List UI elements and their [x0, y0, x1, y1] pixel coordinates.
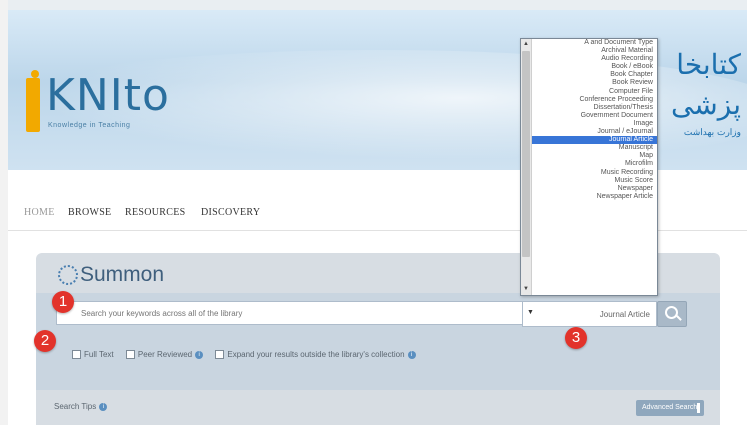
dropdown-option[interactable]: Music Recording	[532, 169, 657, 177]
dropdown-option[interactable]: Dissertation/Thesis	[532, 104, 657, 112]
peer-reviewed-option[interactable]: Peer Reviewed i	[125, 350, 204, 360]
search-tips-link[interactable]: Search Tips i	[54, 402, 108, 411]
search-icon-handle	[676, 315, 682, 321]
peer-reviewed-checkbox[interactable]	[125, 350, 135, 360]
step-badge-3: 3	[565, 327, 587, 349]
peer-reviewed-label: Peer Reviewed	[137, 350, 193, 359]
summon-header: Summon	[58, 263, 164, 287]
dropdown-option[interactable]: Music Score	[532, 177, 657, 185]
dropdown-option[interactable]: Archival Material	[532, 47, 657, 55]
search-button[interactable]	[657, 301, 687, 327]
library-title-line2: پزشی	[670, 88, 741, 121]
dropdown-option[interactable]: Computer File	[532, 88, 657, 96]
dropdown-options: A and Document Type Archival Material Audi…	[532, 39, 657, 201]
library-title-line1: کتابخا	[676, 48, 741, 81]
logo-text: KNIto	[46, 70, 170, 121]
dropdown-option[interactable]: Audio Recording	[532, 55, 657, 63]
top-bar	[8, 0, 747, 10]
logo-dot	[31, 70, 39, 78]
content-type-dropdown-list[interactable]: ▲ ▼ A and Document Type Archival Material…	[520, 38, 658, 296]
advanced-search-label: Advanced Search	[642, 404, 698, 411]
dropdown-option[interactable]: Book Review	[532, 79, 657, 87]
nav-browse[interactable]: BROWSE	[68, 207, 111, 218]
search-options: Full Text Peer Reviewed i Expand your res…	[72, 350, 426, 360]
search-band: ▼ Journal Article Full Text Peer Reviewe…	[36, 293, 720, 390]
dropdown-scrollbar[interactable]: ▲ ▼	[521, 39, 532, 295]
dropdown-option[interactable]: Microfilm	[532, 160, 657, 168]
dropdown-option[interactable]: Book / eBook	[532, 63, 657, 71]
nav-home[interactable]: HOME	[24, 207, 55, 218]
dropdown-option[interactable]: Newspaper Article	[532, 193, 657, 201]
full-text-option[interactable]: Full Text	[72, 350, 114, 360]
info-icon[interactable]: i	[407, 350, 416, 359]
advanced-search-icon	[697, 403, 700, 413]
dropdown-option[interactable]: Newspaper	[532, 185, 657, 193]
info-icon[interactable]: i	[195, 350, 204, 359]
nav-resources[interactable]: RESOURCES	[125, 207, 186, 218]
scrollbar-thumb[interactable]	[522, 51, 530, 257]
scroll-up-icon[interactable]: ▲	[523, 41, 529, 47]
library-title: کتابخا پزشی وزارت بهداشت	[671, 48, 741, 138]
summon-footer: Search Tips i Advanced Search	[36, 390, 720, 425]
summon-title: Summon	[80, 263, 165, 286]
summon-logo-icon	[58, 265, 78, 286]
search-input[interactable]	[56, 301, 532, 325]
step-badge-2: 2	[34, 330, 56, 352]
dropdown-option[interactable]: Book Chapter	[532, 71, 657, 79]
nav-discovery[interactable]: DISCOVERY	[201, 207, 260, 218]
dropdown-option[interactable]: Conference Proceeding	[532, 96, 657, 104]
dropdown-option[interactable]: Manuscript	[532, 144, 657, 152]
full-text-checkbox[interactable]	[72, 350, 81, 360]
selected-content-type: Journal Article	[599, 310, 650, 319]
info-icon: i	[99, 402, 108, 411]
expand-results-checkbox[interactable]	[215, 350, 225, 360]
expand-results-option[interactable]: Expand your results outside the library'…	[215, 350, 416, 360]
full-text-label: Full Text	[84, 350, 114, 359]
page: KNIto Knowledge in Teaching کتابخا پزشی …	[8, 0, 747, 425]
dropdown-option[interactable]: Government Document	[532, 112, 657, 120]
select-arrow-icon: ▼	[527, 309, 534, 316]
logo-bar	[26, 78, 40, 132]
expand-results-label: Expand your results outside the library'…	[227, 350, 405, 359]
step-badge-1: 1	[52, 291, 74, 313]
advanced-search-button[interactable]: Advanced Search	[636, 400, 704, 416]
dropdown-option[interactable]: Map	[532, 152, 657, 160]
scroll-down-icon[interactable]: ▼	[523, 286, 529, 292]
dropdown-option[interactable]: Journal / eJournal	[532, 128, 657, 136]
logo-tagline: Knowledge in Teaching	[48, 122, 131, 129]
ministry-line: وزارت بهداشت	[683, 128, 741, 138]
dropdown-option[interactable]: A and Document Type	[532, 39, 657, 47]
content-type-select[interactable]: ▼ Journal Article	[522, 301, 657, 327]
dropdown-option[interactable]: Journal Article	[532, 136, 657, 145]
knito-logo[interactable]: KNIto Knowledge in Teaching	[26, 70, 186, 140]
dropdown-option[interactable]: Image	[532, 120, 657, 128]
search-tips-label: Search Tips	[54, 402, 97, 411]
